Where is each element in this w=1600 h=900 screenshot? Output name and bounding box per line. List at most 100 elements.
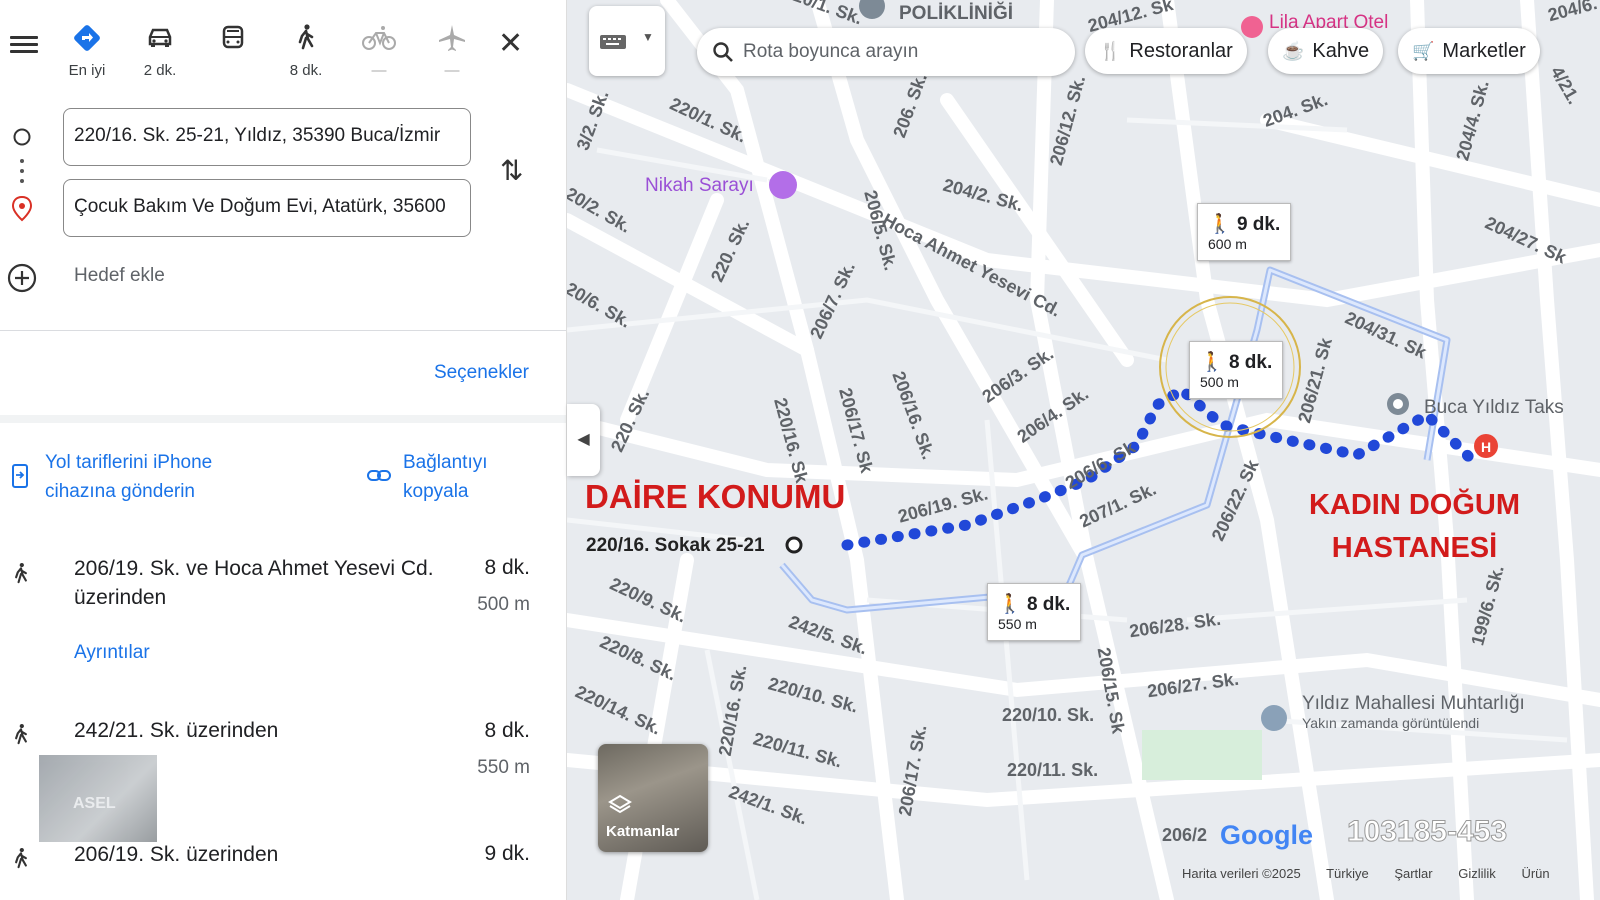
mode-best-label: En iyi <box>68 62 106 79</box>
poi-vet[interactable]: POLİKLİNİĞİ <box>899 3 1013 25</box>
mode-walk[interactable]: 8 dk. <box>276 22 336 80</box>
watermark-logo: ASEL <box>39 755 157 842</box>
map-footer: Harita verileri ©2025 Türkiye Şartlar Gi… <box>1182 866 1572 881</box>
map-canvas[interactable]: H 220/1. Sk. 220/1. Sk. 206. Sk. 206/12.… <box>567 0 1600 900</box>
layers-button[interactable]: Katmanlar <box>598 744 708 852</box>
menu-icon[interactable] <box>10 32 38 56</box>
destination-pin-icon <box>11 196 33 222</box>
label-hospital: KADIN DOĞUM HASTANESİ <box>1308 489 1521 564</box>
mode-bike[interactable]: — <box>349 22 409 80</box>
privacy-link[interactable]: Gizlilik <box>1458 866 1496 881</box>
destination-input[interactable]: Çocuk Bakım Ve Doğum Evi, Atatürk, 35600 <box>63 179 471 237</box>
search-icon <box>713 42 733 62</box>
mode-car[interactable]: 2 dk. <box>130 22 190 80</box>
callout-time: 8 dk. <box>1228 352 1273 373</box>
route-title: 206/19. Sk. üzerinden <box>74 843 279 866</box>
divider <box>0 330 566 331</box>
link-icon <box>367 470 391 481</box>
origin-input[interactable]: 220/16. Sk. 25-21, Yıldız, 35390 Buca/İz… <box>63 108 471 166</box>
copy-link[interactable]: Bağlantıyı kopyala <box>403 448 523 506</box>
route-time: 8 dk. <box>484 719 530 742</box>
travel-mode-bar: En iyi 2 dk. 8 dk. — — ✕ <box>0 22 566 92</box>
coffee-icon: ☕ <box>1282 41 1305 61</box>
best-route-icon <box>74 25 100 51</box>
route-callout[interactable]: 🚶 9 dk. 600 m <box>1197 203 1292 261</box>
map-data-credit[interactable]: Harita verileri ©2025 <box>1182 866 1301 881</box>
swap-icon[interactable]: ⇅ <box>500 154 523 187</box>
car-icon <box>148 28 172 47</box>
chip-label: Kahve <box>1312 40 1370 62</box>
watermark-text: ASEL <box>73 795 116 812</box>
walk-icon: 🚶 <box>1200 352 1224 373</box>
mode-best[interactable]: En iyi <box>57 22 117 80</box>
airplane-icon <box>439 25 465 51</box>
callout-distance: 600 m <box>1208 236 1247 252</box>
route-callout[interactable]: 🚶 8 dk. 550 m <box>987 583 1082 641</box>
mode-flight-label: — <box>444 62 460 79</box>
layers-icon <box>608 794 632 814</box>
close-icon[interactable]: ✕ <box>498 29 523 59</box>
callout-distance: 500 m <box>1200 374 1239 390</box>
bike-icon <box>362 26 396 50</box>
region-link[interactable]: Türkiye <box>1326 866 1369 881</box>
collapse-panel-button[interactable]: ◀ <box>567 404 600 476</box>
street-label: 220/11. Sk. <box>1007 760 1099 780</box>
walk-icon: 🚶 <box>1208 214 1232 235</box>
svg-text:H: H <box>1481 439 1491 455</box>
directions-panel: En iyi 2 dk. 8 dk. — — ✕ 220/16. Sk. 25-… <box>0 0 567 900</box>
mode-walk-label: 8 dk. <box>289 62 323 79</box>
section-divider <box>0 415 566 423</box>
poi-muhtarlik[interactable]: Yıldız Mahallesi Muhtarlığı Yakın zamanda… <box>1302 694 1525 733</box>
chip-groceries[interactable]: 🛒 Marketler <box>1398 28 1540 74</box>
product-link[interactable]: Ürün <box>1521 866 1549 881</box>
add-circle-icon[interactable] <box>6 262 38 294</box>
poi-muhtarlik-name: Yıldız Mahallesi Muhtarlığı <box>1302 693 1525 714</box>
terms-link[interactable]: Şartlar <box>1394 866 1432 881</box>
layers-label: Katmanlar <box>606 823 680 840</box>
mode-flight[interactable]: — <box>422 22 482 80</box>
walk-icon <box>15 562 27 584</box>
walk-icon <box>15 723 27 745</box>
send-to-phone-link[interactable]: Yol tariflerini iPhone cihazına gönderin <box>45 448 285 506</box>
details-link[interactable]: Ayrıntılar <box>74 642 150 664</box>
mode-transit-label <box>203 62 263 80</box>
route-callout[interactable]: 🚶 8 dk. 500 m <box>1189 341 1284 399</box>
street-label: 206/2 <box>1162 825 1208 845</box>
route-option-3[interactable]: 206/19. Sk. üzerinden 9 dk. <box>0 840 566 900</box>
chip-label: Restoranlar <box>1129 40 1233 62</box>
mode-bike-label: — <box>371 62 387 79</box>
poi-taxi[interactable]: Buca Yıldız Taks <box>1424 397 1564 419</box>
route-distance: 550 m <box>477 757 530 778</box>
route-time: 8 dk. <box>484 556 530 579</box>
keyboard-button[interactable]: ▼ <box>589 6 665 76</box>
keyboard-icon <box>600 35 626 49</box>
add-destination[interactable]: Hedef ekle <box>74 265 165 287</box>
chip-label: Marketler <box>1442 40 1526 62</box>
listing-code: 103185-453 <box>1346 815 1508 849</box>
chip-coffee[interactable]: ☕ Kahve <box>1268 28 1384 74</box>
walk-icon <box>15 847 27 869</box>
options-button[interactable]: Seçenekler <box>434 362 529 384</box>
fork-knife-icon: 🍴 <box>1099 41 1122 61</box>
mode-transit[interactable] <box>203 22 263 80</box>
label-origin-address: 220/16. Sokak 25-21 <box>586 535 765 556</box>
google-logo: Google <box>1220 820 1313 851</box>
poi-nikah-sarayi[interactable]: Nikah Sarayı <box>645 175 754 197</box>
chevron-down-icon: ▼ <box>642 30 654 44</box>
street-label: 220/10. Sk. <box>1002 705 1095 725</box>
route-title: 206/19. Sk. ve Hoca Ahmet Yesevi Cd. üze… <box>74 557 434 609</box>
cart-icon: 🛒 <box>1412 41 1435 61</box>
callout-distance: 550 m <box>998 616 1037 632</box>
route-search-bar[interactable]: Rota boyunca arayın <box>697 28 1075 76</box>
callout-time: 8 dk. <box>1026 594 1071 615</box>
walk-icon <box>298 24 314 50</box>
route-option-1[interactable]: 206/19. Sk. ve Hoca Ahmet Yesevi Cd. üze… <box>0 552 566 692</box>
search-placeholder: Rota boyunca arayın <box>743 41 919 62</box>
mode-car-label: 2 dk. <box>143 62 177 79</box>
poi-muhtarlik-sub: Yakın zamanda görüntülendi <box>1302 715 1480 731</box>
chip-restaurants[interactable]: 🍴 Restoranlar <box>1085 28 1247 74</box>
send-to-phone-icon <box>12 464 28 488</box>
label-apartment: DAİRE KONUMU <box>585 478 846 515</box>
bus-icon <box>222 25 244 49</box>
callout-time: 9 dk. <box>1236 214 1281 235</box>
